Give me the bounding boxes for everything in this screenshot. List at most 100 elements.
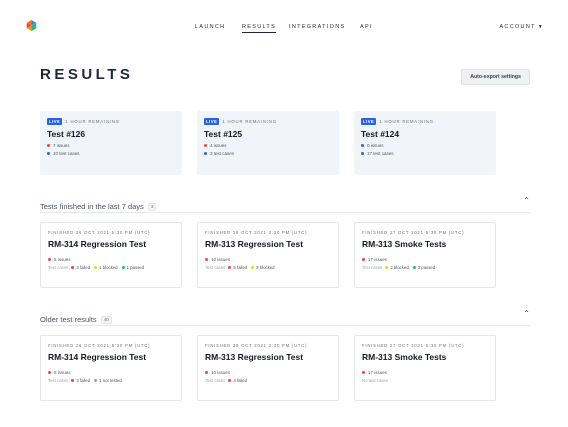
blocked-dot-icon — [385, 266, 389, 269]
test-cases-summary: Test cases 3 failed 1 blocked 1 passed — [48, 265, 174, 270]
tc-passed-text: 3 passed — [417, 265, 436, 270]
result-title: RM-313 Smoke Tests — [362, 352, 447, 362]
failed-dot-icon — [71, 379, 75, 382]
finished-timestamp: FINISHED 26 OCT 2021 5:30 PM (UTC) — [48, 343, 151, 348]
test-cases-line: 3 test cases — [204, 151, 332, 156]
issues-line: 0 issues — [361, 143, 489, 148]
live-test-title: Test #124 — [361, 129, 400, 139]
test-cases-line: 10 test cases — [47, 151, 175, 156]
passed-dot-icon — [121, 266, 125, 269]
test-case-dot-icon — [204, 152, 207, 155]
app-logo-icon[interactable] — [26, 20, 37, 31]
section-title-text: Older test results — [40, 315, 97, 324]
test-cases-label: Test cases — [205, 378, 226, 383]
issues-count: 7 issues — [53, 143, 70, 148]
issues-count: 17 issues — [368, 257, 388, 262]
test-cases-label: Test cases — [48, 265, 69, 270]
test-cases-count: 17 test cases — [367, 151, 394, 156]
nav-link-results[interactable]: RESULTS — [242, 24, 277, 33]
issues-line: 10 issues — [205, 257, 331, 262]
account-label: ACCOUNT — [499, 24, 536, 30]
top-navigation: LAUNCH RESULTS INTEGRATIONS API ACCOUNT ▼ — [0, 0, 568, 50]
count-badge: 3 — [147, 202, 157, 211]
blocked-dot-icon — [94, 266, 98, 269]
not-tested-dot-icon — [94, 379, 98, 382]
issues-line: 4 issues — [204, 143, 332, 148]
section-title-text: Tests finished in the last 7 days — [40, 202, 144, 211]
issues-line: 17 issues — [362, 257, 488, 262]
issues-count: 5 issues — [54, 257, 71, 262]
live-test-card[interactable]: LIVE 1 HOUR REMAINING Test #126 7 issues… — [40, 111, 182, 175]
section-title: Tests finished in the last 7 days 3 — [40, 202, 157, 211]
issues-line: 5 issues — [48, 257, 174, 262]
passed-dot-icon — [412, 266, 416, 269]
finished-timestamp: FINISHED 28 OCT 2021 3:20 PM (UTC) — [205, 230, 308, 235]
result-card[interactable]: FINISHED 28 OCT 2021 3:20 PM (UTC) RM-31… — [197, 335, 339, 401]
tc-blocked-text: 3 blocked — [256, 265, 275, 270]
test-cases-summary: Test cases 4 failed — [205, 378, 331, 383]
live-test-title: Test #126 — [47, 129, 86, 139]
test-cases-summary: Test cases 5 failed 3 blocked — [205, 265, 331, 270]
issue-dot-icon — [362, 371, 365, 374]
nav-link-launch[interactable]: LAUNCH — [195, 24, 225, 30]
failed-dot-icon — [228, 266, 232, 269]
tc-failed-text: 3 failed — [76, 265, 91, 270]
result-title: RM-313 Smoke Tests — [362, 239, 447, 249]
older-section-header[interactable]: Older test results 40 ⌃ — [40, 309, 530, 324]
tc-blocked-text: 2 blocked — [390, 265, 409, 270]
test-cases-line: 17 test cases — [361, 151, 489, 156]
tc-blocked: 1 blocked — [94, 265, 118, 270]
result-card[interactable]: FINISHED 26 OCT 2021 5:30 PM (UTC) RM-31… — [40, 222, 182, 288]
nav-link-integrations[interactable]: INTEGRATIONS — [289, 24, 345, 30]
tc-blocked: 3 blocked — [251, 265, 275, 270]
tc-failed: 5 failed — [228, 265, 247, 270]
tc-passed: 3 passed — [412, 265, 436, 270]
live-badge: LIVE — [361, 118, 377, 125]
result-card[interactable]: FINISHED 27 OCT 2021 5:30 PM (UTC) RM-31… — [354, 222, 496, 288]
tc-passed-text: 1 passed — [126, 265, 145, 270]
live-status-row: LIVE 1 HOUR REMAINING — [204, 118, 332, 125]
live-status-row: LIVE 1 HOUR REMAINING — [361, 118, 489, 125]
result-card[interactable]: FINISHED 27 OCT 2021 5:30 PM (UTC) RM-31… — [354, 335, 496, 401]
test-cases-count: 3 test cases — [210, 151, 235, 156]
no-test-cases-label: No test cases — [362, 378, 389, 383]
result-title: RM-314 Regression Test — [48, 352, 147, 362]
section-divider — [40, 325, 530, 326]
test-cases-label: Test cases — [48, 378, 69, 383]
section-divider — [40, 212, 530, 213]
issue-dot-icon — [362, 258, 365, 261]
tc-not-tested-text: 1 not tested — [99, 378, 122, 383]
section-title: Older test results 40 — [40, 315, 112, 324]
finished-timestamp: FINISHED 27 OCT 2021 5:30 PM (UTC) — [362, 343, 465, 348]
issue-dot-icon — [48, 371, 51, 374]
test-cases-summary: No test cases — [362, 378, 488, 383]
test-cases-summary: Test cases 2 blocked 3 passed — [362, 265, 488, 270]
result-title: RM-313 Regression Test — [205, 352, 304, 362]
issue-dot-icon — [204, 144, 207, 147]
issue-dot-icon — [361, 144, 364, 147]
tc-failed: 4 failed — [228, 378, 247, 383]
test-case-dot-icon — [47, 152, 50, 155]
failed-dot-icon — [71, 266, 75, 269]
finished-timestamp: FINISHED 28 OCT 2021 3:20 PM (UTC) — [205, 343, 308, 348]
chevron-up-icon[interactable]: ⌃ — [523, 196, 530, 205]
live-status-row: LIVE 1 HOUR REMAINING — [47, 118, 175, 125]
nav-link-api[interactable]: API — [360, 24, 373, 30]
result-card[interactable]: FINISHED 28 OCT 2021 3:20 PM (UTC) RM-31… — [197, 222, 339, 288]
auto-export-settings-button[interactable]: Auto-export settings — [461, 69, 530, 85]
chevron-up-icon[interactable]: ⌃ — [523, 309, 530, 318]
account-menu[interactable]: ACCOUNT ▼ — [499, 24, 544, 30]
result-card[interactable]: FINISHED 26 OCT 2021 5:30 PM (UTC) RM-31… — [40, 335, 182, 401]
tc-passed: 1 passed — [121, 265, 145, 270]
count-badge: 40 — [100, 315, 112, 324]
live-test-title: Test #125 — [204, 129, 243, 139]
issues-count: 5 issues — [54, 370, 71, 375]
issues-count: 4 issues — [210, 143, 227, 148]
live-test-card[interactable]: LIVE 1 HOUR REMAINING Test #124 0 issues… — [354, 111, 496, 175]
tc-failed-text: 4 failed — [233, 378, 248, 383]
test-cases-count: 10 test cases — [53, 151, 80, 156]
live-test-card[interactable]: LIVE 1 HOUR REMAINING Test #125 4 issues… — [197, 111, 339, 175]
issue-dot-icon — [205, 258, 208, 261]
finished-timestamp: FINISHED 27 OCT 2021 5:30 PM (UTC) — [362, 230, 465, 235]
recent-section-header[interactable]: Tests finished in the last 7 days 3 ⌃ — [40, 196, 530, 211]
